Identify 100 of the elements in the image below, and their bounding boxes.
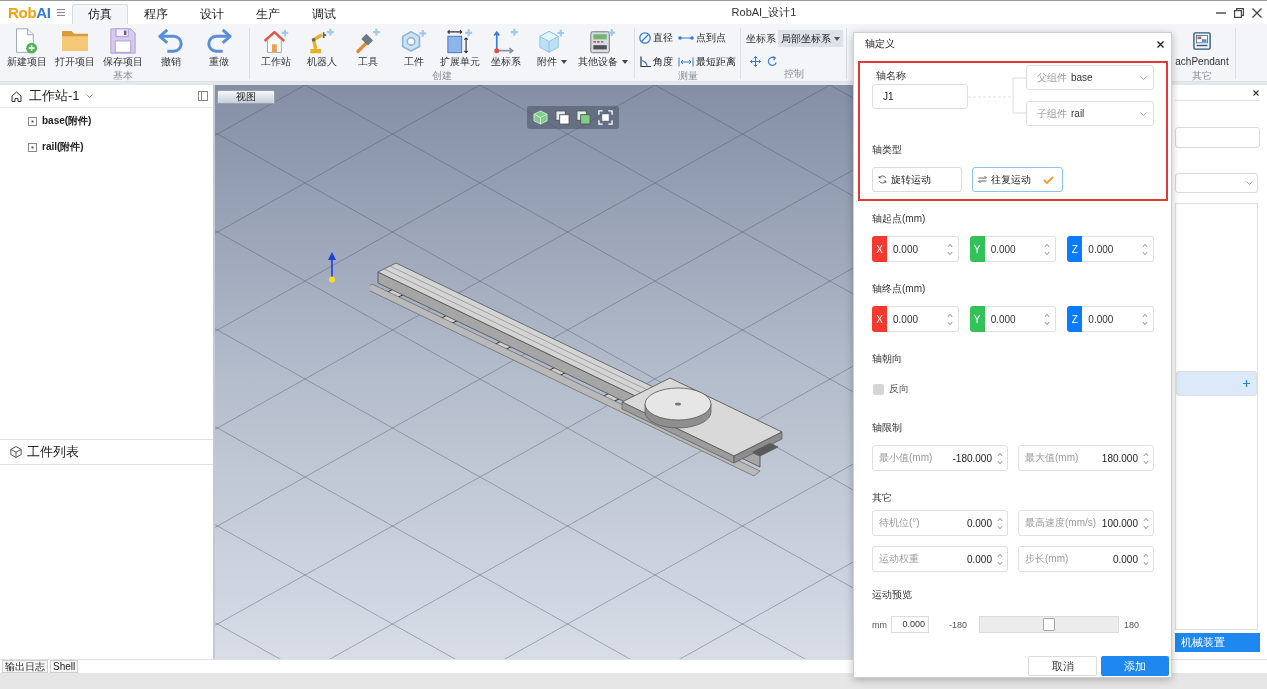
- cancel-button[interactable]: 取消: [1028, 656, 1097, 676]
- ribbon-button[interactable]: 工件: [391, 28, 437, 70]
- coordinate-system-dropdown[interactable]: 局部坐标系: [778, 30, 843, 47]
- range-max-label: 180: [1124, 619, 1140, 630]
- group-label: 其它: [1192, 70, 1212, 81]
- undo-arrow-icon: [158, 28, 184, 54]
- restore-icon[interactable]: [1234, 7, 1244, 18]
- close-icon[interactable]: [1252, 7, 1262, 18]
- up-down-arrows-icon[interactable]: [1142, 312, 1148, 326]
- panel-tab[interactable]: Shell: [50, 660, 79, 673]
- window-title: RobAI_设计1: [731, 5, 797, 20]
- number-input[interactable]: 最大值(mm) 180.000: [1018, 445, 1154, 471]
- add-button[interactable]: 添加: [1101, 656, 1169, 676]
- axis-tag: Y: [969, 236, 985, 262]
- ribbon-button[interactable]: 角度: [639, 54, 673, 70]
- view-tab[interactable]: 视图: [217, 90, 275, 104]
- up-down-arrows-icon[interactable]: [997, 451, 1003, 465]
- ribbon-button[interactable]: achPendant: [1172, 28, 1232, 70]
- iso-view-cube-icon[interactable]: [533, 110, 549, 125]
- number-input[interactable]: 步长(mm) 0.000: [1018, 546, 1154, 572]
- menu-tab[interactable]: 调试: [296, 4, 352, 24]
- ribbon-button[interactable]: 扩展单元: [437, 28, 483, 70]
- up-down-arrows-icon[interactable]: [1044, 312, 1051, 326]
- position-input[interactable]: 0.000: [891, 616, 929, 633]
- caret-down-icon: [622, 60, 628, 64]
- ribbon-button[interactable]: 其他设备: [575, 28, 631, 70]
- panel-toggle-icon[interactable]: [198, 91, 208, 101]
- ribbon-button[interactable]: 打开项目: [51, 28, 99, 70]
- number-input[interactable]: 最高速度(mm/s) 100.000: [1018, 510, 1154, 536]
- close-icon[interactable]: [1157, 40, 1164, 48]
- number-input[interactable]: 最小值(mm) -180.000: [872, 445, 1008, 471]
- distance-arrows-icon: [678, 57, 694, 67]
- group-label: 基本: [113, 70, 133, 81]
- up-down-arrows-icon[interactable]: [1142, 242, 1148, 256]
- ribbon-button[interactable]: 新建项目: [3, 28, 51, 70]
- axis-name-input[interactable]: J1: [872, 84, 968, 109]
- redo-arrow-icon: [206, 28, 232, 54]
- tree-item[interactable]: rail(附件): [28, 134, 87, 160]
- number-input[interactable]: 0.000: [1082, 306, 1154, 332]
- menu-icon[interactable]: [57, 9, 65, 16]
- up-down-arrows-icon[interactable]: [997, 552, 1003, 566]
- menu-tab[interactable]: 生产: [240, 4, 296, 24]
- dialog-title: 轴定义: [865, 37, 895, 51]
- tree-item[interactable]: base(附件): [28, 108, 95, 134]
- ribbon-button[interactable]: 坐标系: [483, 28, 529, 70]
- number-input[interactable]: 0.000: [887, 306, 959, 332]
- ribbon-button[interactable]: 点到点: [678, 30, 736, 46]
- number-input[interactable]: 0.000: [887, 236, 959, 262]
- new-file-icon: [14, 28, 40, 54]
- child-component-dropdown[interactable]: 子组件 rail: [1026, 101, 1154, 126]
- rotate-icon[interactable]: [767, 56, 778, 67]
- range-min-label: -180: [949, 619, 967, 630]
- up-down-arrows-icon[interactable]: [1143, 516, 1149, 530]
- minimize-icon[interactable]: [1216, 11, 1226, 14]
- cube-icon: [539, 28, 565, 54]
- up-down-arrows-icon[interactable]: [1143, 552, 1149, 566]
- ribbon-button[interactable]: 直径: [639, 30, 673, 46]
- up-down-arrows-icon[interactable]: [997, 516, 1003, 530]
- ribbon-button[interactable]: 重做: [195, 28, 243, 70]
- home-icon[interactable]: [11, 90, 22, 102]
- group-label: 控制: [783, 68, 804, 79]
- move-arrows-icon[interactable]: [750, 56, 761, 67]
- ribbon-button[interactable]: 保存项目: [99, 28, 147, 70]
- slider-track[interactable]: [979, 616, 1119, 633]
- up-down-arrows-icon[interactable]: [946, 242, 953, 256]
- fit-view-icon[interactable]: [597, 110, 613, 125]
- ribbon-button[interactable]: 工作站: [253, 28, 299, 70]
- up-down-arrows-icon[interactable]: [946, 312, 953, 326]
- number-input[interactable]: 0.000: [1082, 236, 1154, 262]
- menu-tab[interactable]: 仿真: [72, 4, 128, 24]
- checkbox[interactable]: [873, 383, 884, 395]
- number-input[interactable]: 0.000: [984, 306, 1057, 332]
- number-input[interactable]: 运动权重 0.000: [872, 546, 1008, 572]
- panel-tab[interactable]: 输出日志: [2, 660, 48, 673]
- ribbon-button[interactable]: 工具: [345, 28, 391, 70]
- axis-type-option[interactable]: 旋转运动: [872, 167, 962, 192]
- input-field[interactable]: [1175, 127, 1260, 148]
- house-plus-icon: [263, 28, 289, 54]
- ribbon-button[interactable]: 机器人: [299, 28, 345, 70]
- slider-thumb[interactable]: [1043, 618, 1055, 631]
- chevron-down-icon[interactable]: [85, 94, 93, 98]
- plus-icon[interactable]: [1243, 380, 1250, 387]
- side-view-icon[interactable]: [576, 110, 592, 125]
- number-input[interactable]: 待机位(°) 0.000: [872, 510, 1008, 536]
- point-to-point-icon: [678, 33, 694, 43]
- ribbon-button[interactable]: 附件: [529, 28, 575, 70]
- number-input[interactable]: 0.000: [984, 236, 1057, 262]
- menu-tab[interactable]: 程序: [128, 4, 184, 24]
- workstation-title[interactable]: 工作站-1: [29, 87, 80, 105]
- front-view-icon[interactable]: [554, 110, 570, 125]
- dropdown-field[interactable]: [1175, 173, 1258, 193]
- mechanism-button[interactable]: 机械装置: [1175, 633, 1260, 652]
- close-icon[interactable]: [1253, 89, 1259, 96]
- menu-tab[interactable]: 设计: [184, 4, 240, 24]
- axis-type-option[interactable]: 往复运动: [972, 167, 1063, 192]
- up-down-arrows-icon[interactable]: [1044, 242, 1051, 256]
- ribbon-button[interactable]: 最短距离: [678, 54, 736, 70]
- up-down-arrows-icon[interactable]: [1143, 451, 1149, 465]
- parent-component-dropdown[interactable]: 父组件 base: [1026, 65, 1154, 90]
- ribbon-button[interactable]: 撤销: [147, 28, 195, 70]
